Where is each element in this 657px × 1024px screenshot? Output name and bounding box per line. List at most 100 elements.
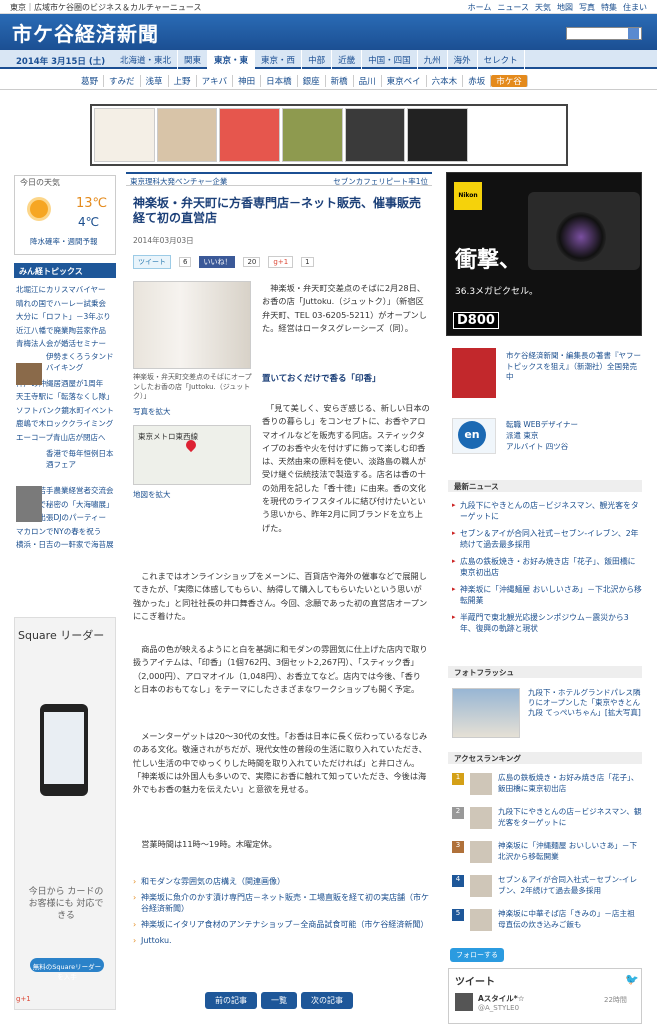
flash-caption[interactable]: 九段下・ホテルグランドパレス隣りにオープンした「東京やきとん 九段 てっぺいちゃ… bbox=[528, 688, 642, 718]
article-photo[interactable] bbox=[133, 281, 251, 369]
camera-lens bbox=[556, 212, 606, 262]
rank-title[interactable]: 神楽坂に「沖縄麺屋 おいしいさあ」－下北沢から移転開業 bbox=[498, 841, 642, 862]
topic-item[interactable]: 青梅法人会が婚活セミナー bbox=[16, 337, 116, 351]
tab-chubu[interactable]: 中部 bbox=[302, 50, 333, 69]
tweet-author[interactable]: Aスタイル*☆ bbox=[478, 993, 524, 1004]
news-item[interactable]: 半蔵門で東北観光応援シンポジウム－震災から3年、復興の軌跡と現状 bbox=[452, 612, 642, 634]
tab-kanto[interactable]: 関東 bbox=[178, 50, 209, 69]
topic-item[interactable]: 晴れの国でハーレー試乗会 bbox=[16, 297, 116, 311]
related-link[interactable]: 和モダンな雰囲気の店構え（関連画像） bbox=[133, 876, 429, 887]
like-button[interactable]: いいね！ bbox=[199, 256, 236, 268]
top-link-feature[interactable]: 特集 bbox=[601, 2, 617, 13]
square-ad[interactable] bbox=[14, 617, 116, 1010]
area-item[interactable]: 日本橋 bbox=[261, 75, 298, 87]
news-item[interactable]: セブン＆アイが合同入社式－セブン-イレブン、2年続けて過去最多採用 bbox=[452, 528, 642, 550]
tab-kyushu[interactable]: 九州 bbox=[418, 50, 448, 69]
topic-item[interactable]: 鹿嶋で木ロッククライミング bbox=[16, 417, 116, 431]
rank-thumbnail bbox=[470, 841, 492, 863]
top-link-photo[interactable]: 写真 bbox=[579, 2, 595, 13]
prev-button[interactable]: 前の記事 bbox=[205, 992, 257, 1009]
job-link[interactable]: アルバイト 四ツ谷 bbox=[506, 441, 578, 452]
ranking-row[interactable]: 5 神楽坂に中華そば店「きみの」－店主祖母直伝の炊き込みご飯も bbox=[452, 909, 642, 939]
ranking-list: 1 広島の鉄板焼き・お好み焼き店「花子」、飯田橋に東京初出店 2 九段下にやきとんの… bbox=[452, 773, 642, 943]
ranking-row[interactable]: 3 神楽坂に「沖縄麺屋 おいしいさあ」－下北沢から移転開業 bbox=[452, 841, 642, 871]
tab-chugoku[interactable]: 中国・四国 bbox=[362, 50, 418, 69]
share-bar: ツイート 6 いいね！ 20 g+1 1 bbox=[133, 255, 314, 269]
related-link[interactable]: 神楽坂にイタリア食材のアンテナショップ－全商品試食可能（市ケ谷経済新聞） bbox=[133, 919, 429, 930]
ranking-row[interactable]: 4 セブン＆アイが合同入社式－セブン-イレブン、2年続けて過去最多採用 bbox=[452, 875, 642, 905]
site-logo[interactable]: 市ケ谷経済新聞 bbox=[12, 18, 159, 47]
ranking-row[interactable]: 1 広島の鉄板焼き・お好み焼き店「花子」、飯田橋に東京初出店 bbox=[452, 773, 642, 803]
search-icon[interactable] bbox=[628, 28, 639, 39]
topic-item[interactable]: 天王寺駅に「転落なくし隊」 bbox=[16, 390, 116, 404]
area-item[interactable]: 神田 bbox=[233, 75, 262, 87]
book-promo-link[interactable]: 市ケ谷経済新聞・編集長の著書『ヤフートピックスを狙え』（新潮社）全国発売中 bbox=[506, 351, 642, 383]
rakuten-ad-banner[interactable] bbox=[90, 104, 568, 166]
topic-item[interactable]: 北堀江にカリスマバイヤー bbox=[16, 283, 116, 297]
tweet-handle[interactable]: @A_STYLE0 bbox=[478, 1004, 519, 1012]
tab-overseas[interactable]: 海外 bbox=[448, 50, 478, 69]
top-link-weather[interactable]: 天気 bbox=[535, 2, 551, 13]
area-item[interactable]: 新橋 bbox=[326, 75, 354, 87]
follow-button[interactable]: フォローする bbox=[450, 948, 504, 962]
topic-item[interactable]: 横浜・日吉の一軒家で海苔展 bbox=[16, 538, 116, 552]
next-article-link[interactable]: セブンカフェリピート率1位 bbox=[333, 176, 428, 187]
topic-item[interactable]: 大分に「ロフト」－3年ぶり bbox=[16, 310, 116, 324]
related-link[interactable]: Juttoku. bbox=[133, 935, 429, 946]
tab-tokyo-east[interactable]: 東京・東 bbox=[208, 50, 256, 69]
area-item[interactable]: 葛野 bbox=[76, 75, 105, 87]
topic-item[interactable]: ソフトバンク鏡水町イベント bbox=[16, 404, 116, 418]
tab-select[interactable]: セレクト bbox=[478, 50, 525, 69]
topic-item[interactable]: 近江八幡で廃業陶芸家作品 bbox=[16, 324, 116, 338]
rank-title[interactable]: 神楽坂に中華そば店「きみの」－店主祖母直伝の炊き込みご飯も bbox=[498, 909, 642, 930]
area-item[interactable]: 東京ベイ bbox=[382, 75, 427, 87]
area-item[interactable]: 上野 bbox=[169, 75, 197, 87]
square-get-button[interactable]: 無料のSquareリーダーを入手 bbox=[30, 958, 104, 981]
map-enlarge-link[interactable]: 地図を拡大 bbox=[133, 489, 171, 500]
area-item[interactable]: アキバ bbox=[197, 75, 234, 87]
gplus-button[interactable]: g+1 bbox=[16, 995, 31, 1003]
tab-hokkaido[interactable]: 北海道・東北 bbox=[114, 50, 179, 69]
area-item[interactable]: 赤坂 bbox=[463, 75, 492, 87]
prev-article-link[interactable]: 東京理科大発ベンチャー企業 bbox=[130, 176, 227, 187]
book-cover[interactable] bbox=[452, 348, 496, 398]
rank-title[interactable]: セブン＆アイが合同入社式－セブン-イレブン、2年続けて過去最多採用 bbox=[498, 875, 642, 896]
job-link[interactable]: 転職 WEBデザイナー bbox=[506, 419, 578, 430]
top-link-news[interactable]: ニュース bbox=[497, 2, 529, 13]
ranking-row[interactable]: 2 九段下にやきとんの店－ビジネスマン、観光客をターゲットに bbox=[452, 807, 642, 837]
news-header: 最新ニュース bbox=[448, 480, 642, 492]
next-button[interactable]: 次の記事 bbox=[301, 992, 353, 1009]
rank-title[interactable]: 広島の鉄板焼き・お好み焼き店「花子」、飯田橋に東京初出店 bbox=[498, 773, 642, 794]
photo-enlarge-link[interactable]: 写真を拡大 bbox=[133, 406, 171, 417]
tab-kinki[interactable]: 近畿 bbox=[332, 50, 363, 69]
topic-thumbnail bbox=[16, 486, 42, 522]
job-links: 転職 WEBデザイナー 派遣 東京 アルバイト 四ツ谷 bbox=[506, 419, 578, 452]
top-link-home[interactable]: ホーム bbox=[468, 2, 492, 13]
topic-item[interactable]: エーコープ青山店が閉店へ bbox=[16, 431, 116, 445]
flash-photo[interactable] bbox=[452, 688, 520, 738]
news-item[interactable]: 九段下にやきとんの店－ビジネスマン、観光客をターゲットに bbox=[452, 500, 642, 522]
rank-number: 4 bbox=[452, 875, 464, 887]
related-link[interactable]: 神楽坂に魚介のかす漬け専門店－ネット販売・工場直販を経て初の実店舗（市ケ谷経済新… bbox=[133, 892, 429, 914]
forecast-link[interactable]: 降水確率・週間予報 bbox=[30, 236, 98, 247]
area-item[interactable]: 浅草 bbox=[141, 75, 169, 87]
top-link-housing[interactable]: 住まい bbox=[623, 2, 647, 13]
area-item-ichigaya[interactable]: 市ケ谷 bbox=[491, 75, 528, 87]
topic-item[interactable]: 香港で毎年恒例日本酒フェア bbox=[16, 444, 116, 484]
news-item[interactable]: 広島の鉄板焼き・お好み焼き店「花子」、飯田橋に東京初出店 bbox=[452, 556, 642, 578]
phone-screen bbox=[44, 712, 84, 784]
job-link[interactable]: 派遣 東京 bbox=[506, 430, 578, 441]
area-item[interactable]: すみだ bbox=[104, 75, 141, 87]
topic-item[interactable]: マカロンでNYの春を祝う bbox=[16, 525, 116, 539]
news-item[interactable]: 神楽坂に「沖縄麺屋 おいしいさあ」－下北沢から移転開業 bbox=[452, 584, 642, 606]
area-item[interactable]: 銀座 bbox=[298, 75, 326, 87]
top-link-map[interactable]: 地図 bbox=[557, 2, 573, 13]
avatar[interactable] bbox=[455, 993, 473, 1011]
area-item[interactable]: 品川 bbox=[354, 75, 382, 87]
tweet-button[interactable]: ツイート bbox=[133, 255, 171, 269]
list-button[interactable]: 一覧 bbox=[261, 992, 297, 1009]
tab-tokyo-west[interactable]: 東京・西 bbox=[255, 50, 303, 69]
gplus-button[interactable]: g+1 bbox=[268, 256, 294, 268]
rank-title[interactable]: 九段下にやきとんの店－ビジネスマン、観光客をターゲットに bbox=[498, 807, 642, 828]
area-item[interactable]: 六本木 bbox=[427, 75, 464, 87]
